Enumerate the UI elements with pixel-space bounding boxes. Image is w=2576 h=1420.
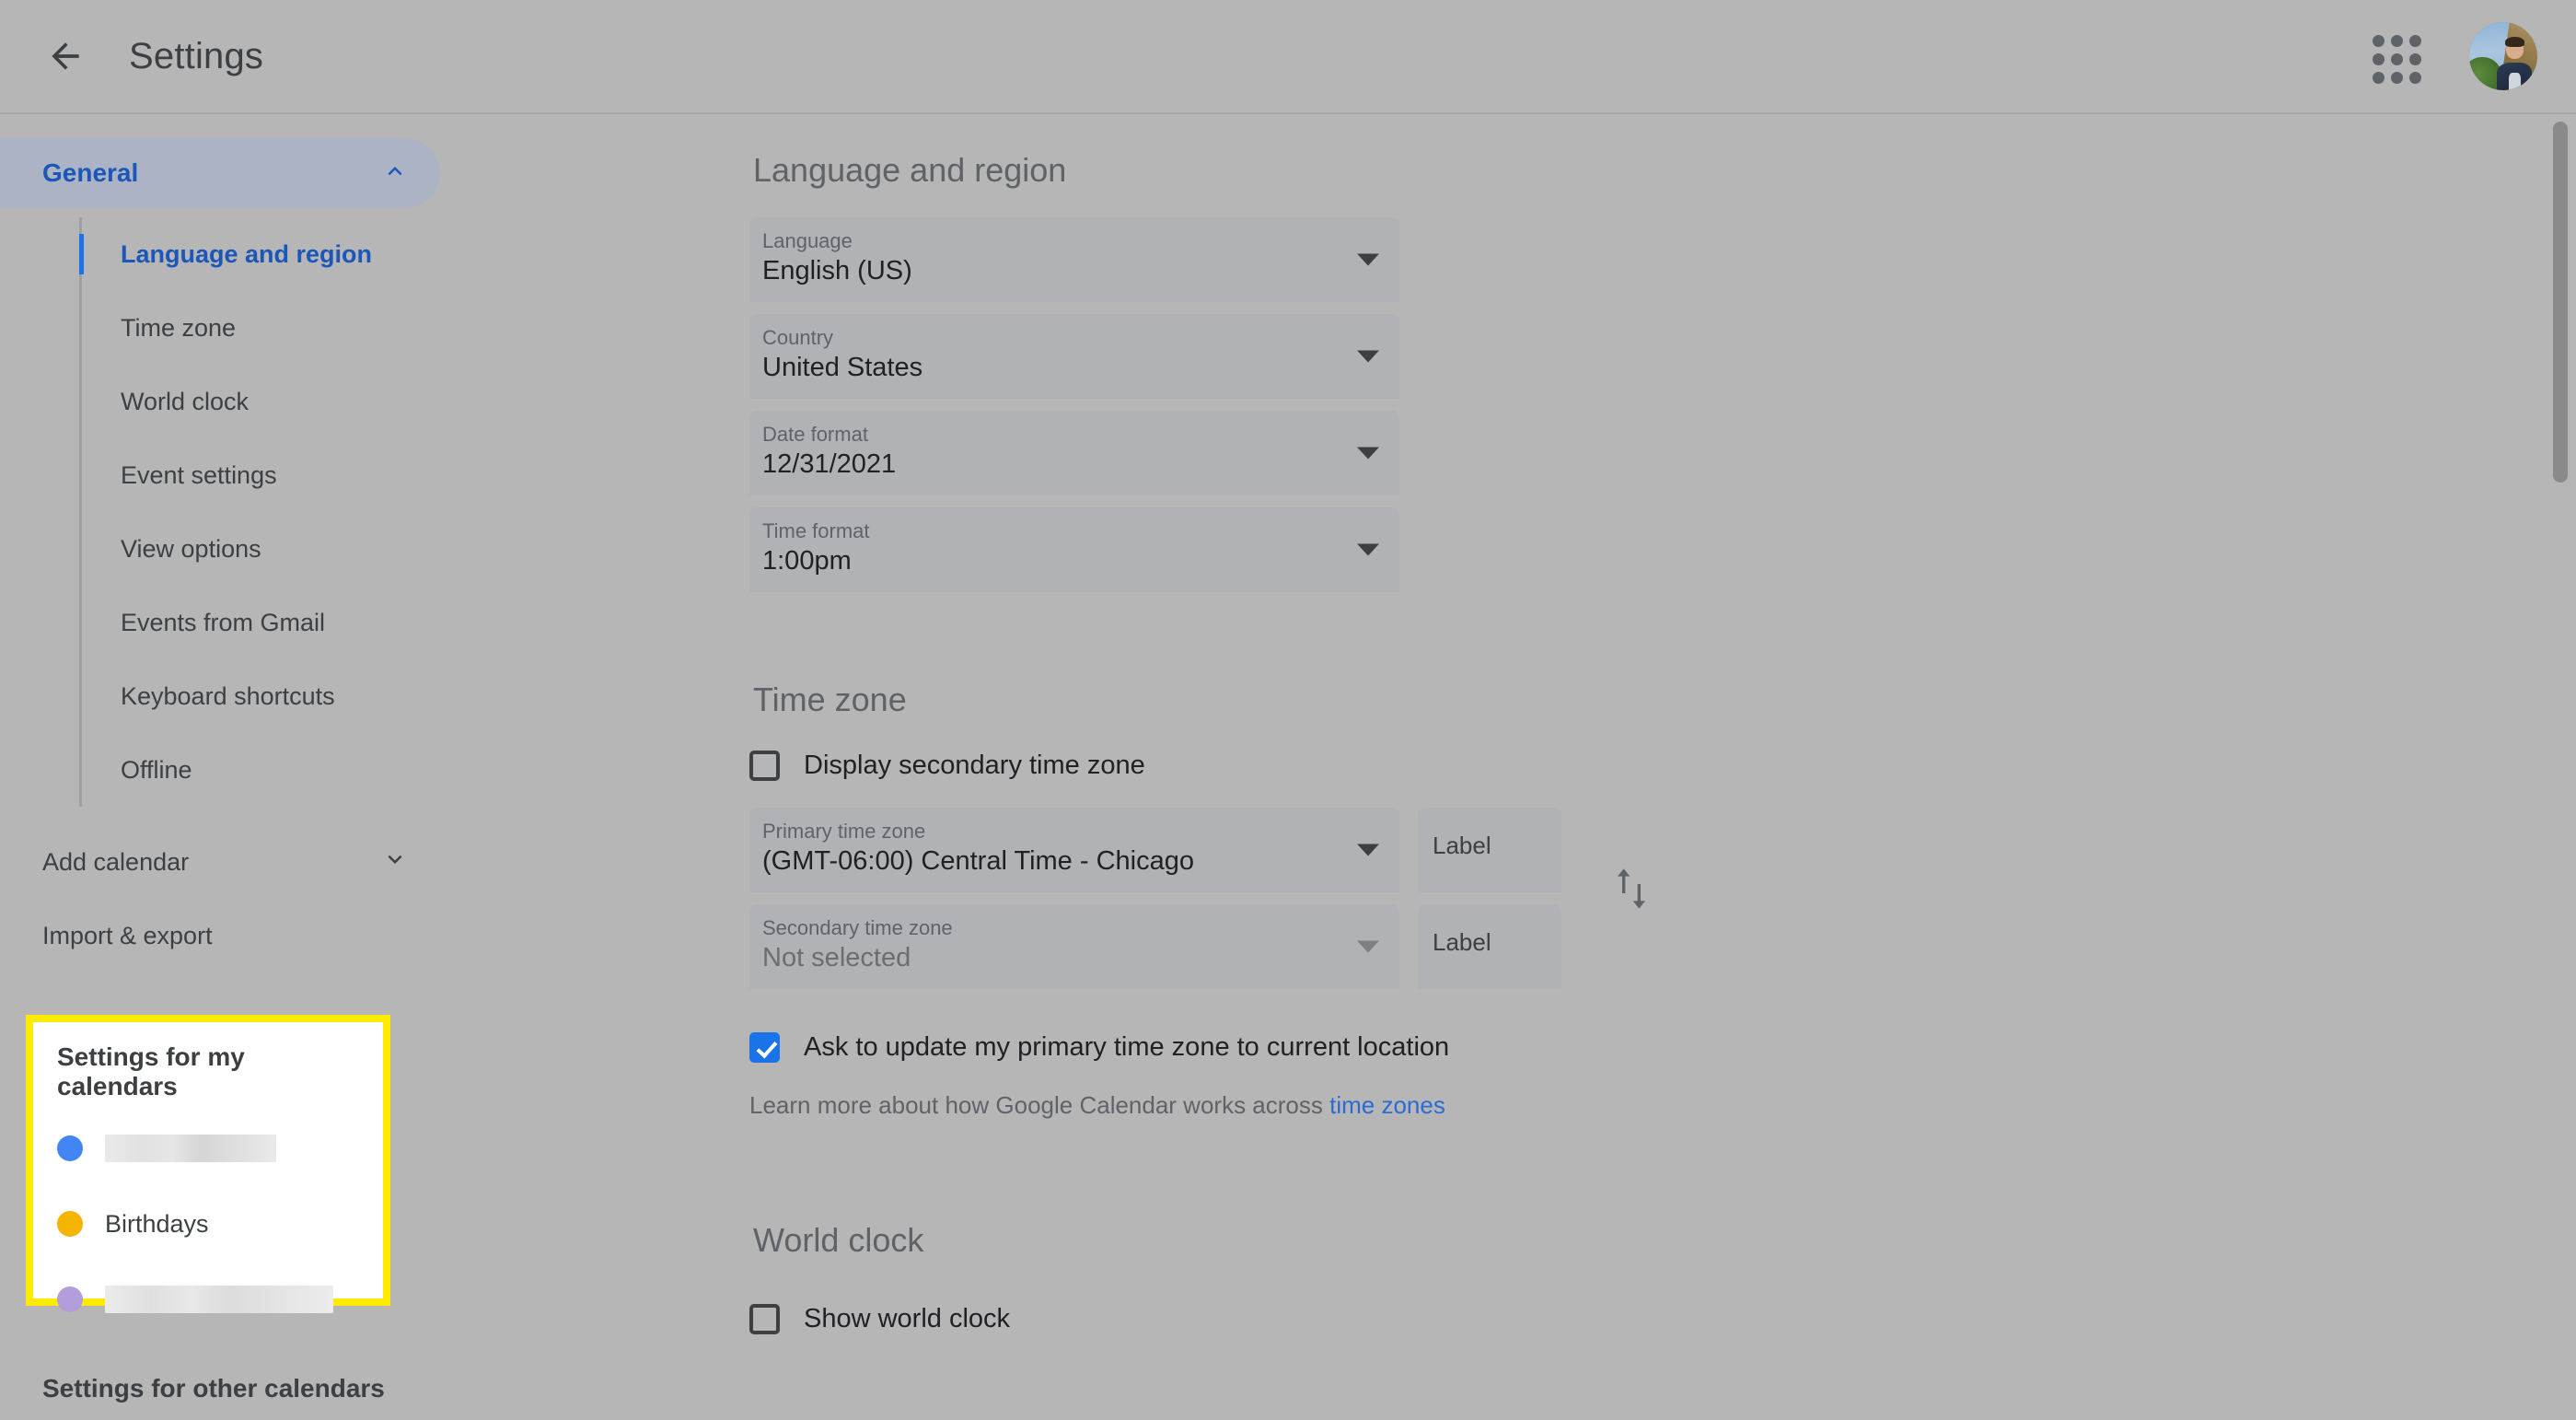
time-zone-selects: Primary time zone (GMT-06:00) Central Ti… xyxy=(749,808,1399,1001)
list-item[interactable]: Birthdays xyxy=(57,1186,359,1262)
sidebar-group-general[interactable]: General xyxy=(0,138,440,208)
ask-update-time-zone-label: Ask to update my primary time zone to cu… xyxy=(804,1031,1450,1062)
time-zones-link[interactable]: time zones xyxy=(1329,1091,1445,1119)
list-item[interactable] xyxy=(57,1262,359,1337)
calendar-color-dot xyxy=(57,1286,83,1312)
settings-for-my-calendars-title: Settings for my calendars xyxy=(57,1042,245,1100)
section-title-language-and-region: Language and region xyxy=(753,151,1067,189)
chevron-up-icon[interactable] xyxy=(381,157,409,190)
secondary-time-zone-label-input[interactable]: Label xyxy=(1418,904,1561,989)
secondary-time-zone-select[interactable]: Secondary time zone Not selected xyxy=(749,904,1399,989)
settings-for-other-calendars-title: Settings for other calendars xyxy=(42,1374,385,1403)
primary-time-zone-select[interactable]: Primary time zone (GMT-06:00) Central Ti… xyxy=(749,808,1399,892)
time-format-select[interactable]: Time format 1:00pm xyxy=(749,507,1399,592)
sidebar-item-label: Language and region xyxy=(121,239,373,268)
sidebar-item-label: Event settings xyxy=(121,460,277,489)
chevron-down-icon[interactable] xyxy=(1357,447,1379,460)
learn-more-text: Learn more about how Google Calendar wor… xyxy=(749,1091,2541,1120)
sidebar-item-label: World clock xyxy=(121,387,249,415)
ask-update-time-zone-row[interactable]: Ask to update my primary time zone to cu… xyxy=(749,1019,2541,1075)
page-scrollbar[interactable] xyxy=(2548,116,2572,1420)
date-format-select-label: Date format xyxy=(762,423,868,446)
ask-update-time-zone-checkbox[interactable] xyxy=(749,1031,780,1063)
page-title: Settings xyxy=(129,35,264,76)
sidebar-group-general-label: General xyxy=(42,158,139,187)
chevron-down-icon[interactable] xyxy=(1357,253,1379,266)
learn-more-prefix: Learn more about how Google Calendar wor… xyxy=(749,1091,1330,1119)
sidebar-item-label: Add calendar xyxy=(42,847,190,876)
sidebar-item-label: Events from Gmail xyxy=(121,608,326,636)
show-world-clock-checkbox[interactable] xyxy=(749,1303,780,1334)
sidebar-item-view-options[interactable]: View options xyxy=(82,512,737,586)
chevron-down-icon[interactable] xyxy=(1357,543,1379,556)
country-select[interactable]: Country United States xyxy=(749,314,1399,399)
avatar[interactable] xyxy=(2469,22,2537,90)
sidebar-item-label: Offline xyxy=(121,755,192,784)
section-title-world-clock: World clock xyxy=(753,1221,924,1259)
apps-grid-icon[interactable] xyxy=(2361,23,2427,89)
sidebar-item-keyboard-shortcuts[interactable]: Keyboard shortcuts xyxy=(82,659,737,733)
language-select-label: Language xyxy=(762,229,853,252)
time-format-select-label: Time format xyxy=(762,519,870,542)
time-zone-section: Time zone Display secondary time zone Pr… xyxy=(749,681,2541,1120)
settings-main-content: Language and region Language English (US… xyxy=(737,116,2541,1420)
swap-vertical-icon[interactable] xyxy=(1613,861,1650,921)
display-secondary-time-zone-label: Display secondary time zone xyxy=(804,750,1145,780)
chevron-down-icon[interactable] xyxy=(1357,844,1379,856)
sidebar-item-add-calendar[interactable]: Add calendar xyxy=(0,825,440,899)
display-secondary-time-zone-row[interactable]: Display secondary time zone xyxy=(749,738,2541,793)
date-format-select-value: 12/31/2021 xyxy=(762,449,897,479)
display-secondary-time-zone-checkbox[interactable] xyxy=(749,750,780,781)
sidebar-item-event-settings[interactable]: Event settings xyxy=(82,438,737,512)
calendar-color-dot xyxy=(57,1211,83,1237)
sidebar-item-language-and-region[interactable]: Language and region xyxy=(82,217,737,291)
sidebar-item-label: Import & export xyxy=(42,921,213,949)
time-zone-label-inputs: Label Label xyxy=(1418,808,1561,989)
language-select-value: English (US) xyxy=(762,256,912,285)
chevron-down-icon[interactable] xyxy=(1357,350,1379,363)
time-zone-fields: Primary time zone (GMT-06:00) Central Ti… xyxy=(749,808,2541,1001)
primary-time-zone-value: (GMT-06:00) Central Time - Chicago xyxy=(762,846,1194,876)
list-item[interactable] xyxy=(57,1111,359,1186)
language-region-fields: Language English (US) Country United Sta… xyxy=(749,217,2541,592)
sidebar-item-label: Keyboard shortcuts xyxy=(121,681,335,710)
secondary-time-zone-label: Secondary time zone xyxy=(762,916,953,939)
sidebar-item-world-clock[interactable]: World clock xyxy=(82,365,737,438)
sidebar-item-label: Time zone xyxy=(121,313,237,342)
settings-page: Settings General Language and region Tim… xyxy=(0,0,2576,1420)
country-select-label: Country xyxy=(762,326,834,349)
sidebar-item-events-from-gmail[interactable]: Events from Gmail xyxy=(82,586,737,659)
date-format-select[interactable]: Date format 12/31/2021 xyxy=(749,411,1399,495)
calendar-color-dot xyxy=(57,1135,83,1161)
language-select[interactable]: Language English (US) xyxy=(749,217,1399,302)
chevron-down-icon[interactable] xyxy=(1357,940,1379,953)
calendar-name-redacted xyxy=(105,1286,333,1313)
sidebar-item-import-export[interactable]: Import & export xyxy=(0,899,440,972)
back-arrow-icon[interactable] xyxy=(26,17,105,96)
show-world-clock-label: Show world clock xyxy=(804,1303,1011,1333)
calendar-name: Birthdays xyxy=(105,1209,209,1238)
top-app-bar: Settings xyxy=(0,0,2576,114)
chevron-down-icon[interactable] xyxy=(381,845,409,879)
sidebar-general-items: Language and region Time zone World cloc… xyxy=(79,217,737,807)
sidebar-item-time-zone[interactable]: Time zone xyxy=(82,291,737,365)
world-clock-section: World clock Show world clock xyxy=(749,1221,2541,1346)
primary-time-zone-label: Primary time zone xyxy=(762,820,926,843)
sidebar-item-label: View options xyxy=(121,534,261,563)
time-format-select-value: 1:00pm xyxy=(762,546,852,576)
section-title-time-zone: Time zone xyxy=(753,681,907,718)
country-select-value: United States xyxy=(762,353,923,382)
scrollbar-thumb[interactable] xyxy=(2553,122,2568,483)
sidebar-item-offline[interactable]: Offline xyxy=(82,733,737,807)
secondary-time-zone-value: Not selected xyxy=(762,943,911,972)
show-world-clock-row[interactable]: Show world clock xyxy=(749,1291,2541,1346)
settings-for-my-calendars-panel: Settings for my calendars Birthdays xyxy=(26,1015,390,1313)
calendar-name-redacted xyxy=(105,1135,276,1162)
primary-time-zone-label-input[interactable]: Label xyxy=(1418,808,1561,892)
topbar-actions xyxy=(2361,22,2537,90)
